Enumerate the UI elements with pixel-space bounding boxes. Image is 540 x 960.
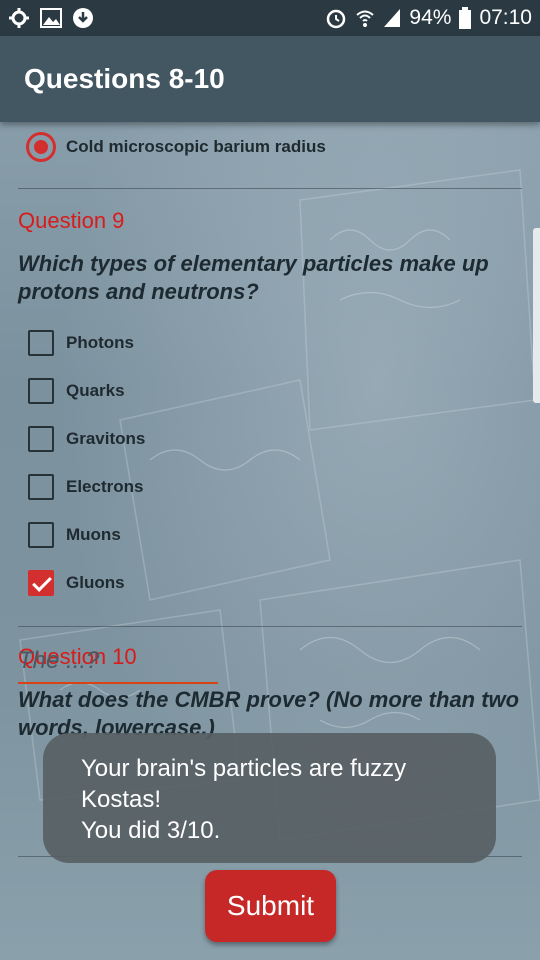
checkbox-option-photons[interactable]: Photons [28, 330, 134, 356]
submit-button[interactable]: Submit [205, 870, 336, 942]
checkbox-option-gluons[interactable]: Gluons [28, 570, 125, 596]
option-label: Gravitons [66, 429, 146, 448]
question-9-title: Question 9 [18, 208, 125, 233]
checkbox[interactable] [28, 426, 54, 452]
option-label: Electrons [66, 477, 144, 496]
download-icon [73, 8, 93, 28]
divider [18, 188, 522, 189]
page-title: Questions 8-10 [24, 63, 225, 94]
checkbox-option-quarks[interactable]: Quarks [28, 378, 125, 404]
checkbox-option-muons[interactable]: Muons [28, 522, 121, 548]
checkbox[interactable] [28, 522, 54, 548]
wifi-icon [356, 10, 375, 27]
scrollbar-thumb[interactable] [533, 228, 540, 403]
battery-percent: 94% [409, 6, 452, 29]
clock: 07:10 [479, 6, 532, 29]
checkbox[interactable] [28, 474, 54, 500]
option-label: Cold microscopic barium radius [66, 137, 326, 156]
option-label: Photons [66, 333, 134, 352]
option-label: Quarks [66, 381, 125, 400]
divider [18, 626, 522, 627]
toast-line-2: Kostas! [81, 786, 162, 813]
image-icon [40, 8, 62, 28]
app-bar: Questions 8-10 [0, 36, 540, 122]
toast-line-1: Your brain's particles are fuzzy [81, 755, 407, 782]
radio-selected[interactable] [26, 132, 56, 162]
toast-message: Your brain's particles are fuzzy Kostas!… [43, 733, 496, 863]
alarm-icon [327, 9, 346, 29]
checkbox-checked[interactable] [28, 570, 54, 596]
battery-icon [459, 7, 472, 29]
settings-icon [9, 8, 29, 28]
signal-icon [384, 9, 401, 27]
q8-selected-option[interactable]: Cold microscopic barium radius [26, 132, 326, 162]
option-label: Muons [66, 525, 121, 544]
checkbox-option-gravitons[interactable]: Gravitons [28, 426, 145, 452]
checkbox[interactable] [28, 330, 54, 356]
status-bar: 94% 07:10 [0, 0, 540, 36]
question-9-text: Which types of elementary particles make… [18, 251, 489, 304]
option-label: Gluons [66, 573, 125, 592]
toast-line-3: You did 3/10. [81, 817, 221, 844]
checkbox-option-electrons[interactable]: Electrons [28, 474, 143, 500]
answer-input[interactable] [18, 640, 218, 684]
checkbox[interactable] [28, 378, 54, 404]
